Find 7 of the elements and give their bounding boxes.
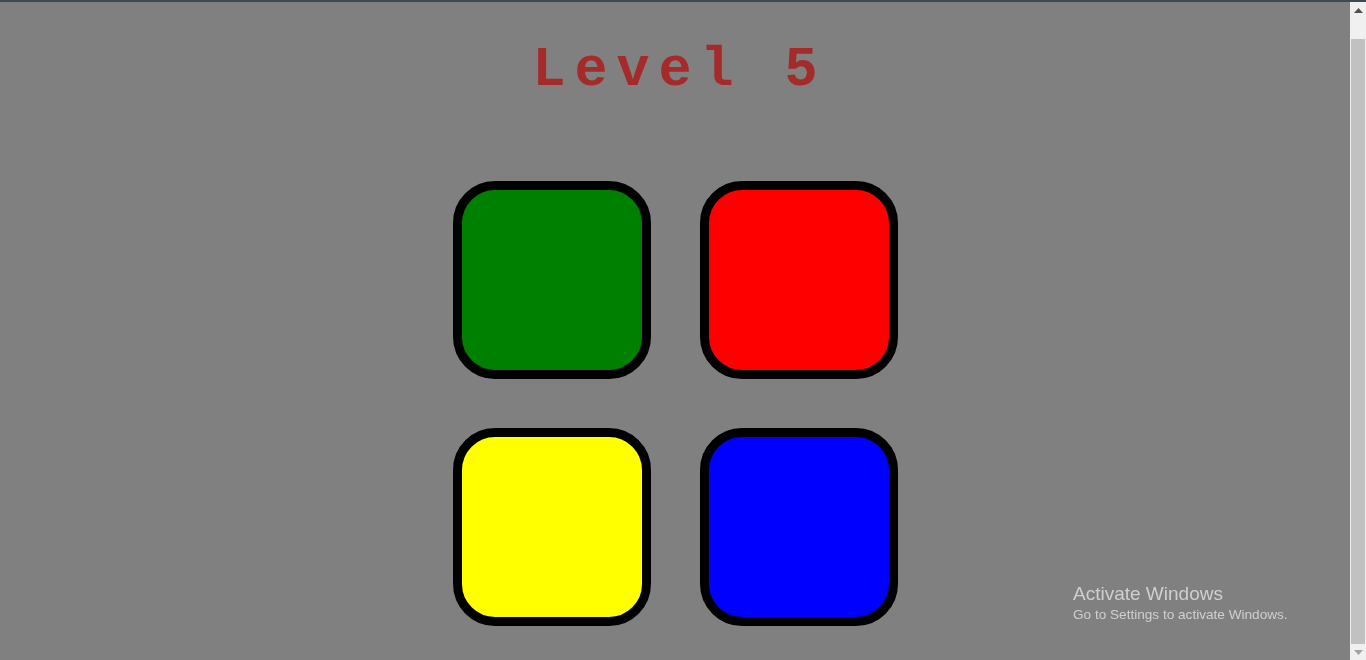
pad-button[interactable] — [452, 428, 651, 626]
triangle-down-icon — [1353, 649, 1363, 655]
activation-message: Go to Settings to activate Windows. — [1073, 606, 1288, 624]
activation-title: Activate Windows — [1073, 582, 1223, 606]
triangle-up-icon — [1353, 7, 1363, 13]
level-title: Level 5 — [532, 43, 827, 98]
scrollbar-thumb[interactable] — [1351, 39, 1365, 644]
